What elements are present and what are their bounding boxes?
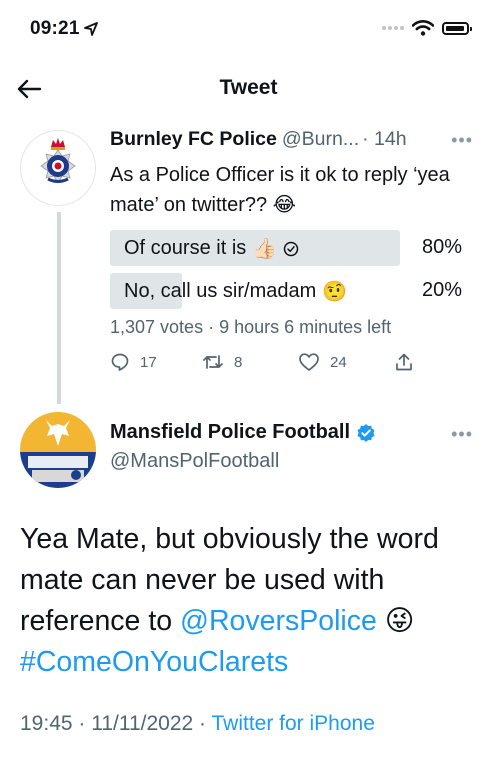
quoted-tweet-header: Burnley FC Police @Burn... · 14h	[110, 128, 407, 151]
page-title: Tweet	[219, 76, 278, 99]
status-time-text: 09:21	[30, 18, 80, 39]
verified-badge-icon	[357, 423, 375, 442]
like-count: 24	[330, 353, 347, 371]
like-action[interactable]: 24	[298, 352, 347, 372]
poll-meta: 1,307 votes · 9 hours 6 minutes left	[110, 317, 392, 337]
quoted-tweet-text: As a Police Officer is it ok to reply ‘y…	[110, 160, 480, 220]
share-icon	[396, 353, 412, 371]
tweet-timestamp-row: 19:45 · 11/11/2022 · Twitter for iPhone	[20, 712, 375, 736]
main-author-handle[interactable]: @MansPolFootball	[110, 450, 279, 473]
poll-option-1-text: Of course it is	[124, 237, 247, 259]
wifi-icon	[412, 20, 434, 36]
poll-option-2[interactable]: No, call us sir/madam 🤨 20%	[110, 273, 472, 309]
main-tweet-text: Yea Mate, but obviously the word mate ca…	[20, 519, 485, 683]
quoted-tweet-time: · 14h	[362, 128, 407, 150]
poll-option-2-text: No, call us sir/madam	[124, 280, 317, 302]
poll-option-2-label: No, call us sir/madam 🤨	[124, 279, 347, 304]
reply-count: 17	[140, 353, 157, 371]
poll-option-1-percent: 80%	[421, 236, 462, 258]
reply-action[interactable]: 17	[110, 352, 157, 372]
quoted-author-handle[interactable]: @Burn...	[282, 128, 359, 151]
retweet-icon	[203, 355, 223, 369]
winking-tongue-emoji: 😜	[384, 605, 415, 637]
hashtag-link[interactable]: #ComeOnYouClarets	[20, 646, 288, 678]
poll-option-1[interactable]: Of course it is 👍🏻 80%	[110, 230, 472, 266]
police-badge-icon	[40, 138, 76, 184]
signal-icon	[382, 26, 404, 30]
mansfield-police-avatar[interactable]	[20, 412, 96, 488]
status-time: 09:21	[30, 18, 98, 40]
status-icons	[382, 20, 472, 36]
mention-link[interactable]: @RoversPolice	[180, 605, 377, 637]
location-arrow-icon	[83, 22, 98, 36]
retweet-action[interactable]: 8	[202, 352, 242, 372]
thread-connector-line	[57, 212, 61, 404]
main-author-name[interactable]: Mansfield Police Football	[110, 421, 350, 444]
laughing-emoji: 😂	[272, 194, 297, 216]
quoted-author-name[interactable]: Burnley FC Police	[110, 128, 277, 151]
burnley-police-avatar[interactable]	[20, 130, 96, 206]
share-action[interactable]	[394, 352, 414, 372]
club-crest-icon	[20, 412, 96, 488]
raised-eyebrow-emoji: 🤨	[322, 281, 348, 303]
battery-icon	[442, 21, 472, 35]
reply-icon	[111, 353, 129, 371]
retweet-count: 8	[234, 353, 243, 371]
tweet-source-link[interactable]: Twitter for iPhone	[211, 712, 374, 735]
more-options-icon[interactable]: •••	[451, 130, 473, 151]
poll-option-2-percent: 20%	[421, 279, 462, 301]
main-more-options-icon[interactable]: •••	[451, 424, 473, 445]
main-author-name-row[interactable]: Mansfield Police Football	[110, 421, 376, 444]
tweet-timestamp: 19:45 · 11/11/2022 ·	[20, 712, 212, 735]
poll-option-1-label: Of course it is 👍🏻	[124, 236, 299, 261]
check-circle-icon	[283, 241, 299, 256]
thumbs-up-emoji: 👍🏻	[252, 238, 278, 260]
heart-icon	[299, 353, 319, 371]
